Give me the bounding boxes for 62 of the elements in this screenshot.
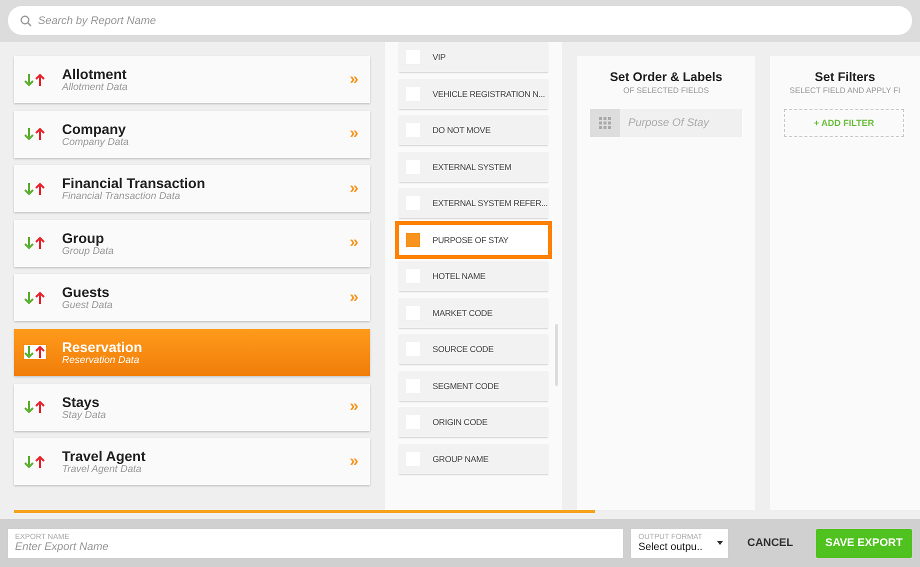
category-card[interactable]: Financial Transaction Financial Transaction Data » (14, 165, 370, 212)
dropdown-value: Select outpu.. (638, 540, 703, 552)
category-subtitle: Reservation Data (62, 354, 140, 366)
panel-subtitle: SELECT FIELD AND APPLY FI (790, 86, 900, 95)
sort-arrows-icon (24, 182, 46, 196)
chevron-icon: » (350, 125, 358, 144)
category-title: Allotment (62, 66, 128, 82)
chevron-icon: » (350, 70, 358, 88)
category-title: Company (62, 120, 127, 137)
chevron-icon: » (350, 180, 358, 198)
export-name-input[interactable]: Enter Export Name (15, 540, 616, 552)
search-field[interactable]: Search by Report Name (8, 6, 912, 35)
cancel-button[interactable]: CANCEL (740, 536, 800, 550)
sort-arrows-icon (24, 127, 46, 142)
category-subtitle: Financial Transaction Data (62, 191, 182, 202)
category-subtitle: Group Data (62, 246, 115, 257)
field-option[interactable]: HOTEL NAME (399, 261, 548, 291)
chevron-icon: » (350, 234, 358, 252)
panel-title: Set Filters (814, 70, 876, 84)
field-option[interactable]: VIP (399, 42, 548, 72)
category-title: Group (62, 230, 105, 246)
field-option[interactable]: EXTERNAL SYSTEM REFER... (399, 188, 548, 218)
drag-handle-icon[interactable] (590, 109, 620, 137)
chevron-icon: » (350, 288, 358, 307)
chevron-icon: » (350, 452, 358, 471)
chevron-icon: » (350, 398, 358, 416)
category-subtitle: Stay Data (62, 410, 107, 421)
sort-arrows-icon (24, 236, 46, 250)
field-option[interactable]: EXTERNAL SYSTEM (399, 152, 548, 182)
category-title: Financial Transaction (62, 175, 206, 192)
sort-arrows-icon (24, 454, 46, 469)
field-option[interactable]: DO NOT MOVE (399, 115, 548, 145)
category-card[interactable]: Stays Stay Data » (14, 384, 370, 431)
field-option[interactable]: VEHICLE REGISTRATION N... (399, 78, 548, 108)
sort-arrows-icon (24, 345, 46, 360)
category-card[interactable]: Travel Agent Travel Agent Data » (14, 438, 370, 486)
category-card[interactable]: Allotment Allotment Data » (14, 56, 370, 103)
sort-arrows-icon (24, 72, 46, 86)
category-card[interactable]: Guests Guest Data » (14, 274, 370, 322)
category-title: Reservation (62, 338, 144, 355)
field-option[interactable]: PURPOSE OF STAY (399, 224, 548, 254)
category-subtitle: Guest Data (62, 300, 114, 312)
category-card[interactable]: Company Company Data » (14, 110, 370, 158)
checkbox[interactable] (406, 232, 420, 246)
category-subtitle: Allotment Data (62, 82, 129, 93)
field-option[interactable]: SEGMENT CODE (399, 370, 548, 400)
field-option[interactable]: ORIGIN CODE (399, 407, 548, 437)
category-card[interactable]: Group Group Data » (14, 220, 370, 267)
category-title: Travel Agent (62, 448, 147, 464)
category-title: Guests (62, 284, 110, 300)
category-title: Stays (62, 394, 100, 410)
field-option[interactable]: SOURCE CODE (399, 334, 548, 364)
sort-arrows-icon (24, 290, 46, 305)
sort-arrows-icon (24, 400, 46, 414)
category-subtitle: Travel Agent Data (62, 464, 142, 476)
search-icon (20, 14, 32, 26)
panel-title: Set Order & Labels (610, 70, 722, 84)
field-option[interactable]: GROUP NAME (399, 444, 548, 474)
caret-icon (717, 540, 724, 544)
field-option[interactable]: MARKET CODE (399, 298, 548, 328)
panel-subtitle: OF SELECTED FIELDS (623, 86, 710, 95)
category-subtitle: Company Data (62, 136, 130, 148)
